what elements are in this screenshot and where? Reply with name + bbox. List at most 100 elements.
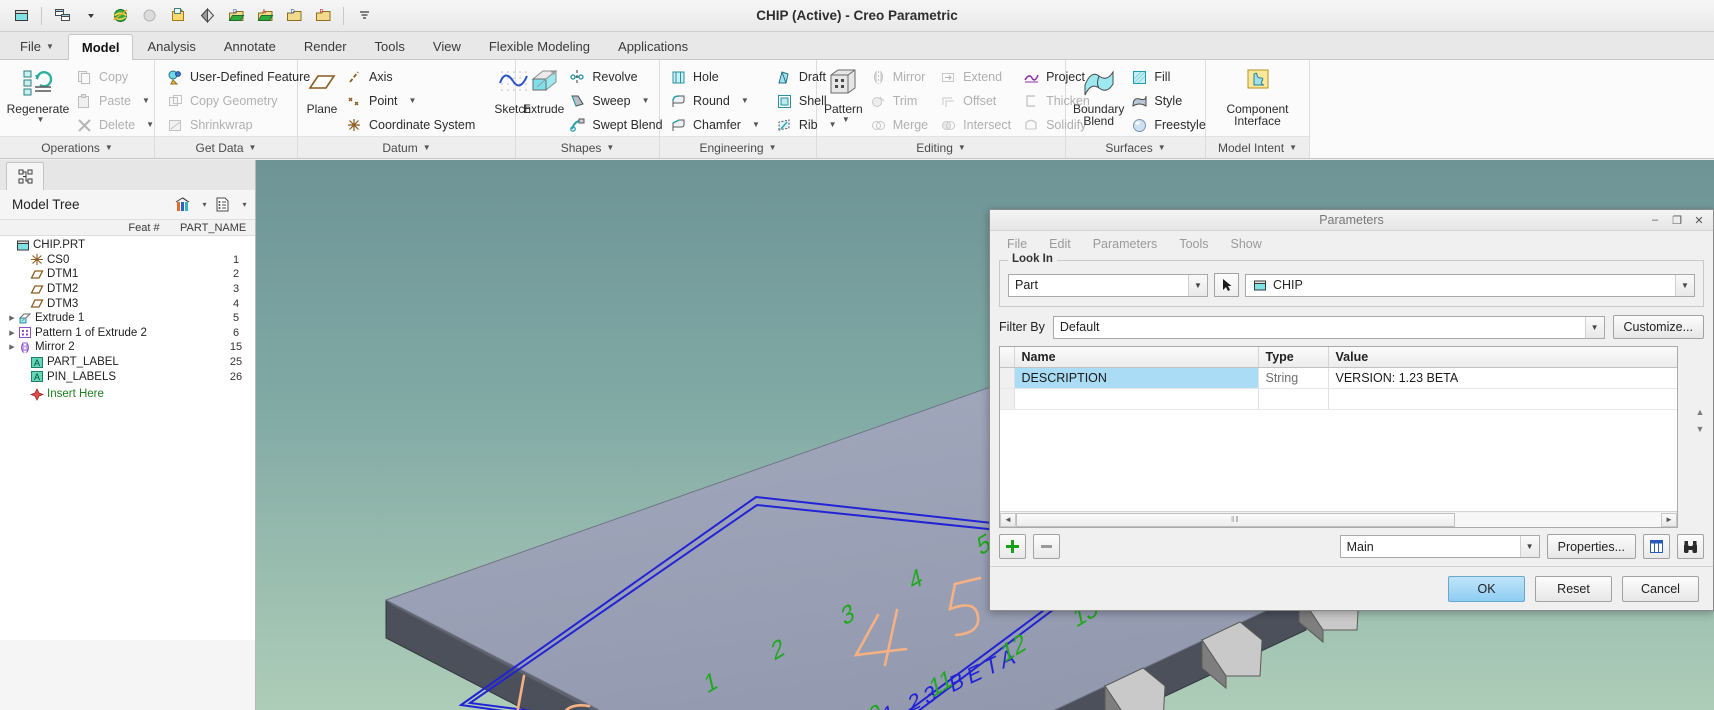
component-interface-button[interactable]: Component Interface (1215, 64, 1301, 127)
minimize-icon[interactable]: – (1649, 214, 1661, 226)
round-button[interactable]: Round ▼ (667, 91, 763, 111)
scroll-left-icon[interactable]: ◄ (1000, 512, 1016, 527)
fill-button[interactable]: Fill (1128, 67, 1208, 87)
menu-edit[interactable]: Edit (1038, 233, 1082, 255)
freestyle-button[interactable]: Freestyle (1128, 115, 1208, 135)
close-icon[interactable]: ✕ (1693, 214, 1705, 227)
open-drawing-d-icon[interactable]: D (281, 4, 307, 28)
menu-parameters[interactable]: Parameters (1082, 233, 1169, 255)
expand-arrow-icon[interactable]: ▶ (6, 329, 18, 337)
ribbon-group-shapes-label[interactable]: Shapes ▼ (516, 136, 659, 158)
parameter-type-cell[interactable]: String (1258, 367, 1329, 389)
scroll-right-icon[interactable]: ► (1661, 512, 1677, 527)
parameter-name-cell[interactable]: DESCRIPTION (1014, 367, 1259, 389)
menu-show[interactable]: Show (1220, 233, 1273, 255)
tree-row-mirror-2[interactable]: ▶ Mirror 2 15 (0, 340, 255, 355)
sweep-button[interactable]: Sweep ▼ (566, 91, 665, 111)
tab-tools[interactable]: Tools (361, 33, 419, 59)
pattern-button[interactable]: Pattern ▼ (824, 64, 863, 124)
cancel-button[interactable]: Cancel (1622, 575, 1699, 602)
tree-display-dropdown[interactable]: ▾ (235, 194, 249, 216)
chevron-down-icon[interactable]: ▼ (409, 97, 417, 105)
chevron-down-icon[interactable]: ▼ (741, 97, 749, 105)
find-button[interactable] (1677, 534, 1704, 559)
parameter-value-cell[interactable]: VERSION: 1.23 BETA (1328, 367, 1677, 389)
tree-row-pattern-1[interactable]: ▶ Pattern 1 of Extrude 2 6 (0, 326, 255, 341)
tree-row-dtm3[interactable]: DTM3 4 (0, 296, 255, 311)
column-header-value[interactable]: Value (1328, 347, 1677, 368)
save-as-earth-icon[interactable] (107, 4, 133, 28)
tree-row-dtm1[interactable]: DTM1 2 (0, 267, 255, 282)
move-up-icon[interactable]: ▲ (1694, 407, 1707, 418)
open-assembly-icon[interactable]: A (252, 4, 278, 28)
tree-display-button[interactable] (209, 194, 235, 216)
tree-row-insert-here[interactable]: Insert Here (0, 387, 255, 402)
maximize-icon[interactable]: ❐ (1671, 214, 1683, 227)
expand-arrow-icon[interactable]: ▶ (6, 343, 18, 351)
chevron-down-icon[interactable]: ▼ (752, 121, 760, 129)
customize-button[interactable]: Customize... (1612, 315, 1704, 339)
filter-by-select[interactable]: Default ▼ (1052, 315, 1605, 339)
move-down-icon[interactable]: ▼ (1694, 424, 1707, 435)
reset-button[interactable]: Reset (1535, 575, 1612, 602)
columns-button[interactable] (1643, 534, 1670, 559)
ribbon-group-engineering-label[interactable]: Engineering ▼ (660, 136, 816, 158)
user-defined-feature-button[interactable]: User-Defined Feature (164, 67, 313, 87)
tab-flexible-modeling[interactable]: Flexible Modeling (475, 33, 604, 59)
regenerate-button[interactable]: Regenerate ▼ (7, 64, 69, 124)
tab-file[interactable]: File ▼ (6, 33, 68, 59)
expand-arrow-icon[interactable]: ▶ (6, 314, 18, 322)
ribbon-group-editing-label[interactable]: Editing ▼ (817, 136, 1065, 158)
chevron-down-icon[interactable]: ▼ (1519, 536, 1539, 557)
axis-button[interactable]: Axis (343, 67, 478, 87)
scroll-track[interactable]: ‖‖ (1016, 512, 1661, 527)
ok-button[interactable]: OK (1448, 575, 1525, 602)
tab-analysis[interactable]: Analysis (133, 33, 209, 59)
chevron-down-icon[interactable]: ▼ (1675, 274, 1694, 296)
tree-row-extrude-1[interactable]: ▶ Extrude 1 5 (0, 311, 255, 326)
ribbon-group-surfaces-label[interactable]: Surfaces ▼ (1066, 136, 1205, 158)
swept-blend-button[interactable]: Swept Blend (566, 115, 665, 135)
row-gutter[interactable] (1000, 367, 1015, 389)
look-in-type-select[interactable]: Part ▼ (1008, 273, 1208, 297)
ribbon-group-get-data-label[interactable]: Get Data ▼ (155, 136, 297, 158)
parameters-dialog[interactable]: Parameters – ❐ ✕ File Edit Parameters To… (989, 209, 1714, 611)
save-icon[interactable] (165, 4, 191, 28)
tab-render[interactable]: Render (290, 33, 361, 59)
ribbon-group-operations-label[interactable]: Operations ▼ (0, 136, 154, 158)
extrude-button[interactable]: Extrude (523, 64, 564, 116)
new-document-icon[interactable] (8, 4, 34, 28)
qat-overflow-icon[interactable] (351, 4, 377, 28)
window-arrange-icon[interactable] (49, 4, 75, 28)
select-object-button[interactable] (1214, 273, 1239, 297)
tab-annotate[interactable]: Annotate (210, 33, 290, 59)
scroll-thumb[interactable]: ‖‖ (1016, 512, 1455, 527)
open-drawing-icon[interactable]: D (223, 4, 249, 28)
tree-row-dtm2[interactable]: DTM2 3 (0, 282, 255, 297)
chevron-down-icon[interactable]: ▼ (1584, 316, 1604, 338)
chevron-down-icon[interactable]: ▼ (37, 116, 45, 124)
close-window-icon[interactable] (136, 4, 162, 28)
menu-file[interactable]: File (996, 233, 1038, 255)
tab-view[interactable]: View (419, 33, 475, 59)
ribbon-group-datum-label[interactable]: Datum ▼ (298, 136, 515, 158)
windows-dropdown-icon[interactable] (78, 4, 104, 28)
tab-model[interactable]: Model (67, 34, 134, 60)
scope-select[interactable]: Main ▼ (1339, 535, 1540, 558)
point-button[interactable]: Point ▼ (343, 91, 478, 111)
tree-row-cs0[interactable]: CS0 1 (0, 253, 255, 268)
add-parameter-button[interactable] (999, 534, 1026, 559)
coordinate-system-button[interactable]: Coordinate System (343, 115, 478, 135)
tree-row-part-label[interactable]: A PART_LABEL 25 (0, 355, 255, 370)
chamfer-button[interactable]: Chamfer ▼ (667, 115, 763, 135)
dock-tab-model-tree[interactable] (6, 162, 44, 190)
tree-row-pin-labels[interactable]: A PIN_LABELS 26 (0, 369, 255, 384)
hole-button[interactable]: Hole (667, 67, 763, 87)
column-header-type[interactable]: Type (1258, 347, 1329, 368)
chevron-down-icon[interactable]: ▼ (842, 116, 850, 124)
view-manager-icon[interactable] (194, 4, 220, 28)
column-header-name[interactable]: Name (1014, 347, 1259, 368)
table-row[interactable]: DESCRIPTION String VERSION: 1.23 BETA (1000, 367, 1677, 389)
remove-parameter-button[interactable] (1033, 534, 1060, 559)
open-part-icon[interactable]: P (310, 4, 336, 28)
